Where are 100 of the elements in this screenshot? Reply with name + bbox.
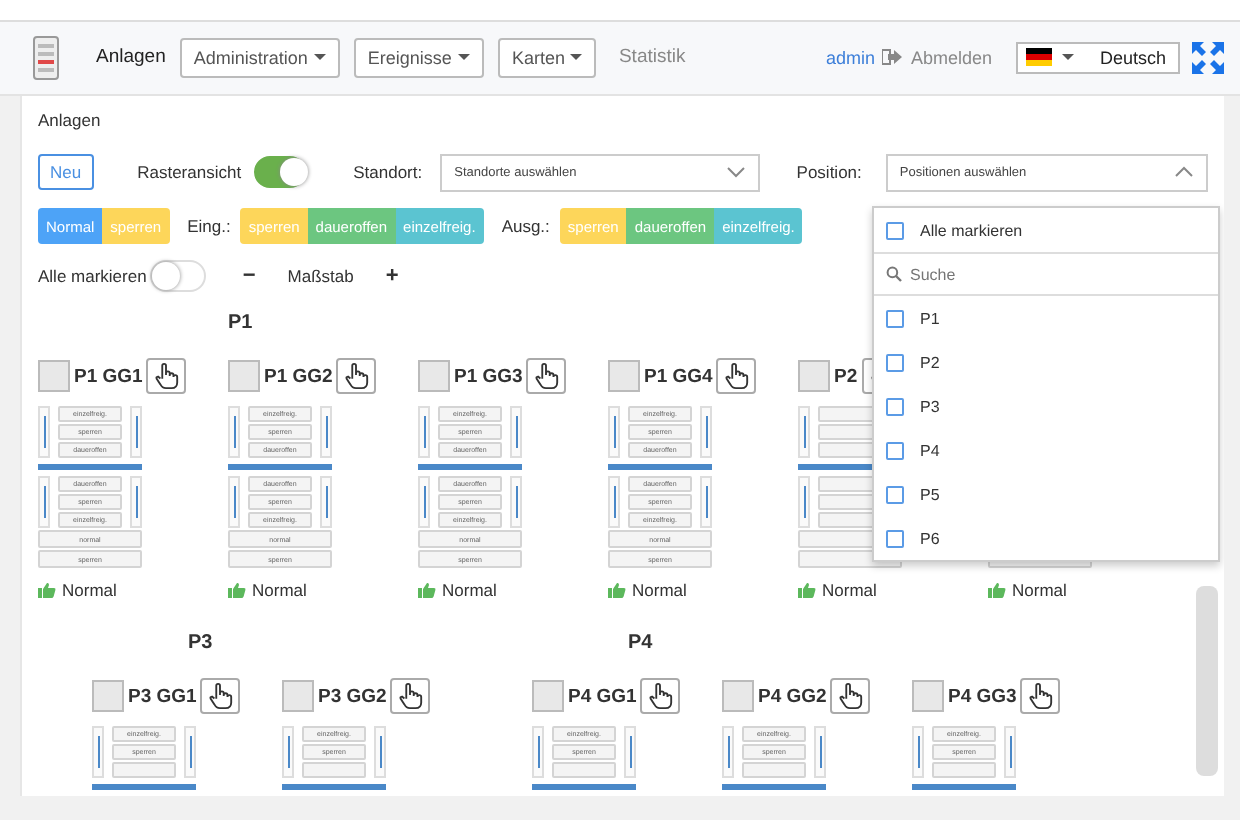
door-rail (1004, 726, 1016, 778)
door-rail (38, 406, 50, 458)
grid-view-toggle[interactable] (253, 156, 306, 188)
position-option[interactable]: P1 (874, 296, 1218, 340)
nav-dropdown[interactable]: Ereignisse (353, 37, 484, 77)
position-option[interactable]: P5 (874, 472, 1218, 516)
door-mode-button[interactable] (302, 762, 366, 778)
logout-icon[interactable] (882, 48, 903, 66)
door-rail (608, 476, 620, 528)
image-placeholder (92, 680, 124, 712)
door-rail (228, 476, 240, 528)
mode-group-label: Eing.: (187, 216, 231, 236)
image-placeholder (532, 680, 564, 712)
door-rail (722, 726, 734, 778)
language-select[interactable]: Deutsch (1016, 41, 1180, 73)
position-label: Position: (796, 162, 862, 182)
select-all-option[interactable]: Alle markieren (874, 208, 1218, 254)
chevron-icon (1173, 166, 1194, 178)
door-rail (320, 406, 332, 458)
chevron-down-icon (726, 166, 747, 178)
position-option[interactable]: P6 (874, 516, 1218, 560)
thumbs-up-icon (988, 582, 1006, 598)
door-rail (184, 726, 196, 778)
door-rail (700, 406, 712, 458)
image-placeholder (38, 360, 70, 392)
hand-pointer-icon[interactable] (716, 358, 757, 394)
zoom-out-button[interactable]: − (238, 264, 260, 288)
door-title: P4 GG3 (948, 685, 1017, 707)
door-rail (130, 476, 142, 528)
hand-pointer-icon[interactable] (640, 678, 681, 714)
image-placeholder (608, 360, 640, 392)
location-label: Standort: (353, 162, 423, 182)
door-rail (418, 406, 430, 458)
hand-pointer-icon[interactable] (390, 678, 431, 714)
door-rail (130, 406, 142, 458)
search-icon (886, 266, 902, 282)
door-rail (798, 476, 810, 528)
door-rail (510, 406, 522, 458)
position-option[interactable]: P2 (874, 340, 1218, 384)
door-title: P3 GG2 (318, 685, 387, 707)
door-title: P3 GG1 (128, 685, 197, 707)
door-bar (532, 784, 636, 790)
status-text: Normal (632, 580, 687, 600)
door-bar (722, 784, 826, 790)
thumbs-up-icon (798, 582, 816, 598)
thumbs-up-icon (608, 582, 626, 598)
image-placeholder (228, 360, 260, 392)
door-bar (418, 464, 522, 470)
image-placeholder (282, 680, 314, 712)
scrollbar[interactable] (1196, 586, 1218, 776)
door-title: P2 (834, 365, 858, 387)
door-rail (700, 476, 712, 528)
position-option[interactable]: P4 (874, 428, 1218, 472)
nav-link[interactable]: Statistik (610, 46, 686, 68)
user-link[interactable]: admin (825, 47, 875, 67)
page-title: Anlagen (36, 108, 103, 130)
grid-view-label: Rasteransicht (137, 162, 242, 182)
hand-pointer-icon[interactable] (526, 358, 567, 394)
door-rail (798, 406, 810, 458)
new-button[interactable]: Neu (38, 154, 94, 190)
door-rail (510, 476, 522, 528)
door-mode-button[interactable] (742, 762, 806, 778)
door-title: P1 GG3 (454, 365, 523, 387)
image-placeholder (722, 680, 754, 712)
hand-pointer-icon[interactable] (830, 678, 871, 714)
door-mode-button[interactable] (112, 762, 176, 778)
position-option[interactable]: P3 (874, 384, 1218, 428)
zoom-in-button[interactable]: + (381, 264, 403, 288)
server-icon (32, 35, 60, 79)
hand-pointer-icon[interactable] (1020, 678, 1061, 714)
flag-icon (1026, 48, 1052, 66)
door-bar (38, 464, 142, 470)
door-mode-button[interactable] (552, 762, 616, 778)
status-text: Normal (822, 580, 877, 600)
hand-pointer-icon[interactable] (336, 358, 377, 394)
door-title: P1 GG1 (74, 365, 143, 387)
thumbs-up-icon (418, 582, 436, 598)
group-title: P3 (188, 632, 213, 654)
hand-pointer-icon[interactable] (146, 358, 187, 394)
door-bar (912, 784, 1016, 790)
nav-link[interactable]: Anlagen (96, 46, 166, 68)
door-rail (624, 726, 636, 778)
door-rail (608, 406, 620, 458)
door-rail (38, 476, 50, 528)
status-text: Normal (1012, 580, 1067, 600)
hand-pointer-icon[interactable] (200, 678, 241, 714)
logout-link[interactable]: Abmelden (910, 47, 992, 67)
nav-dropdown[interactable]: Karten (497, 37, 597, 77)
door-bar (282, 784, 386, 790)
door-mode-button[interactable] (932, 762, 996, 778)
select-all-toggle[interactable] (150, 260, 207, 292)
image-placeholder (798, 360, 830, 392)
thumbs-up-icon (228, 582, 246, 598)
group-title: P4 (628, 632, 653, 654)
door-title: P1 GG4 (644, 365, 713, 387)
nav-dropdown[interactable]: Administration (179, 37, 340, 77)
door-title: P1 GG2 (264, 365, 333, 387)
image-placeholder (912, 680, 944, 712)
door-bar (228, 464, 332, 470)
fullscreen-icon[interactable] (1192, 41, 1224, 73)
